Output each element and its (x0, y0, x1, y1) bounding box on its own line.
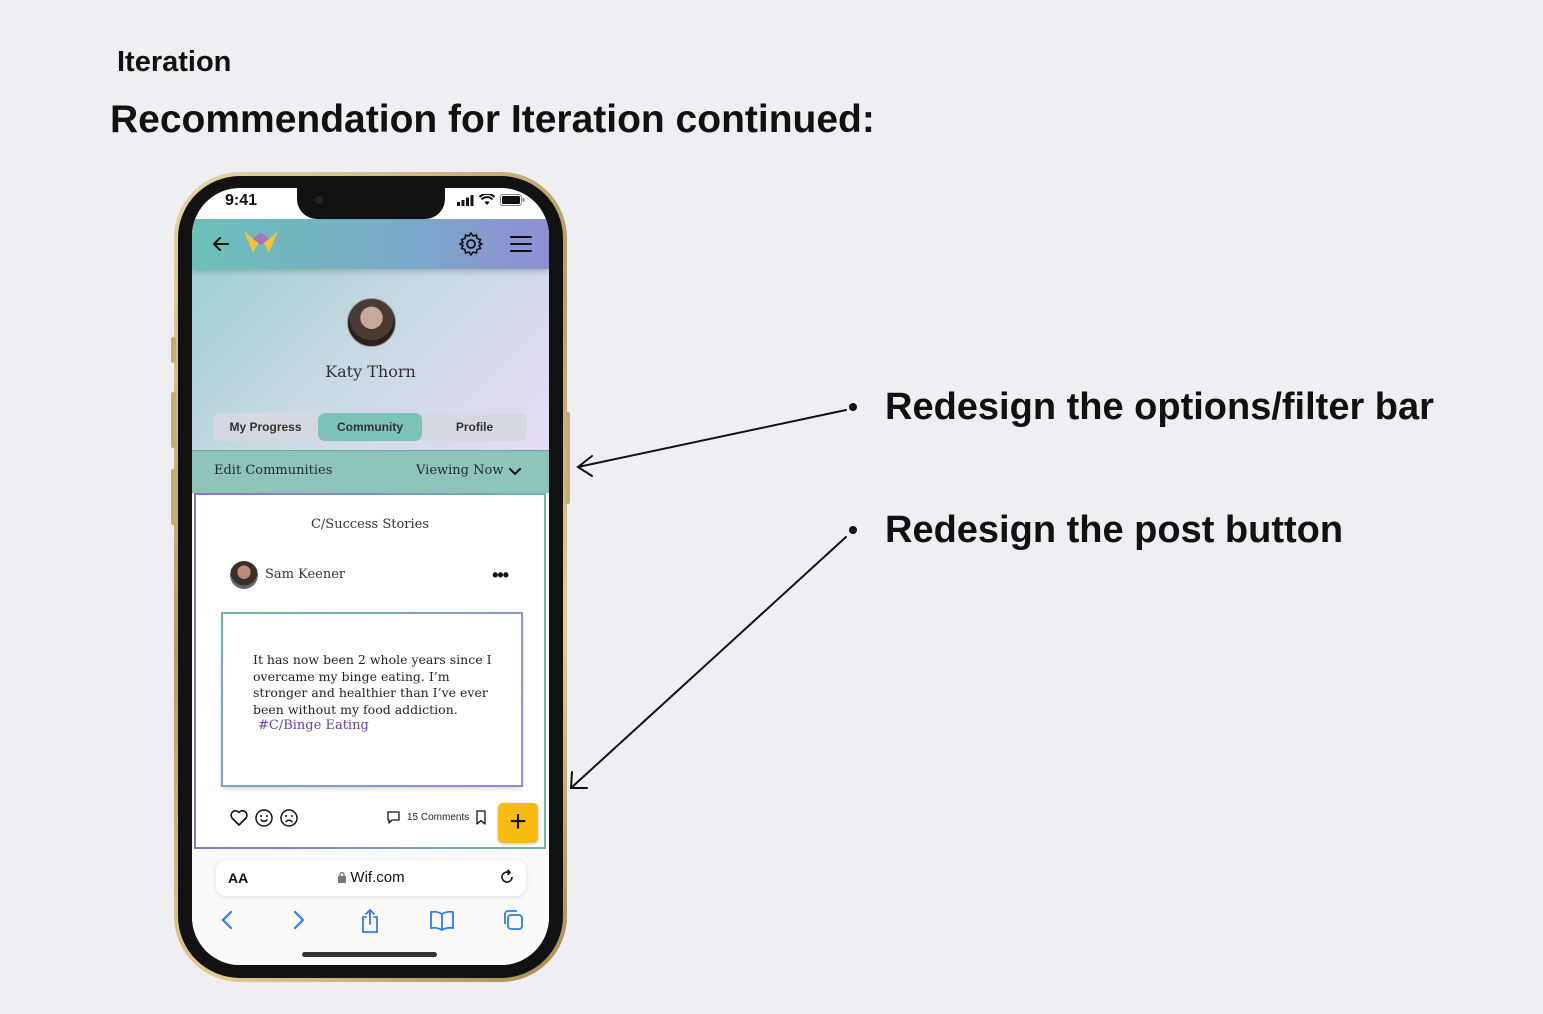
arrow-to-post-button (570, 536, 847, 789)
notch (297, 188, 445, 219)
app-header (192, 219, 549, 269)
back-arrow-icon[interactable] (208, 231, 234, 257)
wifi-icon (479, 194, 495, 205)
annotation-arrows (569, 409, 847, 789)
battery-icon (500, 194, 525, 206)
arrow-to-filter-bar (577, 409, 847, 468)
status-icons (457, 194, 525, 206)
status-time: 9:41 (225, 192, 258, 209)
signal-icon (457, 194, 474, 206)
menu-hamburger-icon[interactable] (508, 231, 534, 257)
settings-gear-icon[interactable] (458, 231, 484, 257)
app-logo-icon (244, 231, 278, 253)
